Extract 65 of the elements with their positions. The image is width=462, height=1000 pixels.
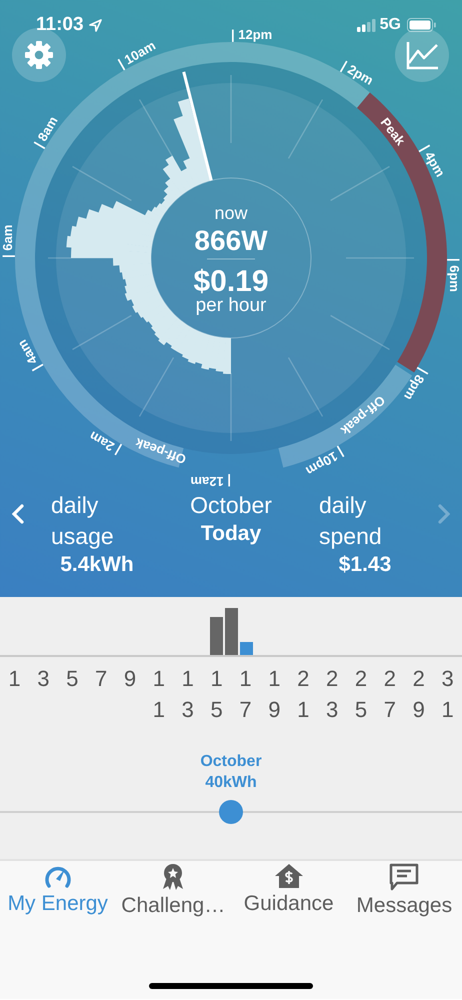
- line-graph-icon: [405, 40, 439, 70]
- network-type: 5G: [380, 16, 401, 34]
- chevron-right-icon: [438, 504, 450, 524]
- daily-bars-drawing: [210, 608, 253, 655]
- spoke-line: [346, 257, 414, 259]
- chevron-left-icon: [12, 504, 24, 524]
- spoke-line: [230, 373, 232, 441]
- spend-value: $1.43: [338, 552, 392, 578]
- tab-bar-item[interactable]: Messages: [346, 861, 462, 918]
- house-dollar-icon: [274, 863, 304, 889]
- day-axis-label: 17: [238, 665, 252, 724]
- day-axis-label: 31: [440, 665, 455, 724]
- hour-label: | 12am: [190, 474, 231, 489]
- day-axis-label: 15: [210, 665, 224, 724]
- day-axis-label: 3: [36, 665, 50, 693]
- settings-icon: [24, 40, 54, 70]
- hour-label: | 12pm: [231, 27, 272, 42]
- day-axis-label: 1: [7, 665, 22, 693]
- power-reading: 866W: [194, 225, 268, 256]
- tab-bar-item[interactable]: Guidance: [231, 861, 346, 918]
- spoke-line: [230, 75, 232, 143]
- day-axis-label: 11: [152, 665, 166, 724]
- tab-bar-item[interactable]: Challeng…: [116, 861, 231, 918]
- spend-label: daily spend: [319, 491, 383, 551]
- location-arrow-icon: [88, 18, 102, 32]
- day-axis-label: 23: [325, 665, 340, 724]
- hour-label: | 10am: [116, 38, 158, 71]
- day-axis-label: 7: [94, 665, 108, 693]
- hour-label: | 6am: [0, 224, 15, 258]
- hour-label: | 10pm: [303, 445, 346, 479]
- usage-value: 5.4kWh: [60, 552, 134, 578]
- spoke-line: [138, 357, 174, 417]
- spoke-line: [288, 99, 324, 159]
- hour-label: | 2pm: [339, 58, 376, 88]
- month-slider-thumb[interactable]: [219, 800, 243, 824]
- day-axis-label: 21: [296, 665, 310, 724]
- day-axis-label: 5: [65, 665, 80, 693]
- tab-bar-item[interactable]: My Energy: [0, 861, 116, 918]
- usage-label: daily usage: [51, 491, 115, 551]
- now-label: now: [214, 203, 248, 223]
- day-label: Today: [200, 521, 262, 547]
- day-axis-label: 25: [354, 665, 368, 724]
- slider-month-label: October: [200, 752, 262, 772]
- spoke-line: [72, 166, 132, 202]
- message-icon: [389, 863, 420, 891]
- hour-label: | 2am: [86, 428, 123, 458]
- spoke-line: [330, 314, 390, 350]
- month-label: October: [190, 491, 272, 520]
- day-axis-label: 13: [180, 665, 195, 724]
- hour-label: | 6pm: [447, 258, 462, 292]
- spoke-line: [48, 257, 116, 259]
- slider-total-label: 40kWh: [205, 773, 257, 793]
- day-axis-label: 9: [122, 665, 137, 693]
- day-axis-label: 27: [382, 665, 397, 724]
- day-axis-label: 19: [267, 665, 282, 724]
- spoke-line: [72, 314, 132, 350]
- battery-icon: [407, 18, 436, 32]
- cost-reading: $0.19: [193, 265, 269, 298]
- signal-icon: [356, 18, 376, 32]
- spoke-line: [138, 99, 174, 159]
- spoke-line: [288, 357, 324, 417]
- spoke-line: [330, 166, 390, 202]
- cost-unit: per hour: [196, 295, 266, 316]
- status-time: 11:03: [36, 14, 84, 36]
- day-axis-label: 29: [412, 665, 426, 724]
